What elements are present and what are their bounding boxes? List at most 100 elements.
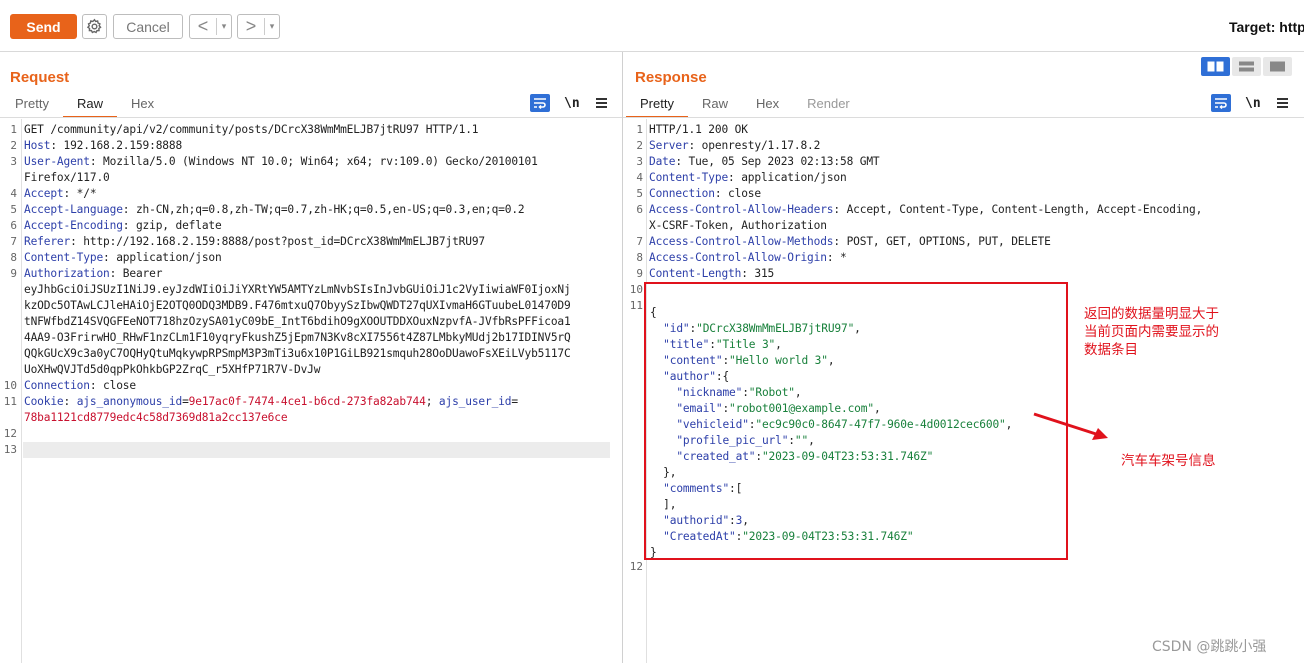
code-line[interactable]: User-Agent: Mozilla/5.0 (Windows NT 10.0… [24,154,538,170]
word-wrap-icon[interactable] [1211,94,1231,112]
response-tabs: Pretty Raw Hex Render [626,95,850,118]
code-line[interactable]: Content-Type: application/json [649,170,847,186]
code-token: Date [649,155,676,168]
tab-render[interactable]: Render [807,95,850,117]
code-line[interactable]: QQkGUcX9c3a0yC7OQHyQtuMqkywpRPSmpM3P3mTi… [24,346,571,362]
forward-dropdown-icon[interactable]: ▾ [265,15,279,38]
code-line[interactable]: Access-Control-Allow-Headers: Accept, Co… [649,202,1202,218]
code-line[interactable]: Access-Control-Allow-Methods: POST, GET,… [649,234,1051,250]
code-token: : */* [63,187,97,200]
line-number: 10 [629,283,643,296]
code-line[interactable]: HTTP/1.1 200 OK [649,122,748,138]
tab-raw[interactable]: Raw [702,95,728,117]
code-line[interactable]: Connection: close [24,378,136,394]
vin-note: 汽车车架号信息 [1121,453,1216,469]
newline-toggle-icon[interactable]: \n [564,96,580,111]
code-line[interactable]: kzODc5OTAwLCJleHAiOjE2OTQ0ODQ3MDB9.F476m… [24,298,571,314]
gear-icon [86,18,102,34]
code-line[interactable]: Firefox/117.0 [24,170,110,186]
code-token: : http://192.168.2.159:8888/post?post_id… [70,235,485,248]
code-line[interactable]: tNFWfbdZ14SVQGFEeNOT718hzOzySA01yC09bE_I… [24,314,571,330]
newline-toggle-icon[interactable]: \n [1245,96,1261,111]
code-line[interactable]: Content-Type: application/json [24,250,222,266]
code-token: GET /community/api/v2/community/posts/DC… [24,123,479,136]
line-number [623,330,643,346]
current-line-highlight [23,442,610,458]
tab-pretty[interactable]: Pretty [626,95,688,118]
tab-pretty[interactable]: Pretty [15,95,49,117]
code-token: Content-Type [24,251,104,264]
code-token: : * [826,251,847,264]
code-token: : 315 [741,267,775,280]
word-wrap-icon[interactable] [530,94,550,112]
code-token: : POST, GET, OPTIONS, PUT, DELETE [833,235,1051,248]
response-title: Response [635,69,707,86]
code-line[interactable]: Accept-Language: zh-CN,zh;q=0.8,zh-TW;q=… [24,202,525,218]
split-horizontal-layout-icon[interactable] [1201,57,1230,76]
watermark: CSDN @跳跳小强 [1152,639,1267,655]
code-token: : Bearer [109,267,163,280]
tab-hex[interactable]: Hex [756,95,779,117]
line-number [623,314,643,330]
code-line[interactable]: Cookie: ajs_anonymous_id=9e17ac0f-7474-4… [24,394,518,410]
menu-icon[interactable] [595,96,607,110]
send-button[interactable]: Send [10,14,77,39]
line-number: 12 [629,560,643,573]
code-line[interactable]: GET /community/api/v2/community/posts/DC… [24,122,479,138]
menu-icon[interactable] [1276,96,1288,110]
line-number: 2 [636,139,643,152]
code-line[interactable]: UoXHwQVJTd5d0qpPkOhkbGP2ZrqC_r5XHfP71R7V… [24,362,321,378]
split-vertical-layout-icon[interactable] [1232,57,1261,76]
code-line[interactable]: eyJhbGciOiJSUzI1NiJ9.eyJzdWIiOiJiYXRtYW5… [24,282,571,298]
line-number: 8 [10,251,17,264]
code-line[interactable]: Referer: http://192.168.2.159:8888/post?… [24,234,485,250]
line-number [623,394,643,410]
code-line[interactable]: Host: 192.168.2.159:8888 [24,138,182,154]
tab-divider [623,117,1304,118]
line-number [623,506,643,522]
single-pane-layout-icon[interactable] [1263,57,1292,76]
code-line[interactable]: Accept: */* [24,186,97,202]
code-token: ; [425,395,439,408]
back-arrow-icon[interactable]: < [190,15,216,38]
code-token: Referer [24,235,71,248]
target-label[interactable]: Target: http [1229,19,1304,35]
code-line[interactable]: Server: openresty/1.17.8.2 [649,138,820,154]
back-dropdown-icon[interactable]: ▾ [217,15,231,38]
code-token: : 192.168.2.159:8888 [50,139,183,152]
code-token: Access-Control-Allow-Origin [649,251,827,264]
line-number: 12 [3,427,17,440]
cancel-button[interactable]: Cancel [113,14,183,39]
line-number [623,490,643,506]
code-line[interactable]: Authorization: Bearer [24,266,162,282]
line-number: 7 [636,235,643,248]
forward-arrow-icon[interactable]: > [238,15,264,38]
code-line[interactable]: X-CSRF-Token, Authorization [649,218,827,234]
code-token: : close [89,379,136,392]
settings-button[interactable] [82,14,107,39]
tab-hex[interactable]: Hex [131,95,154,117]
response-editor-tools: \n [1211,94,1288,112]
code-token: : Mozilla/5.0 (Windows NT 10.0; Win64; x… [89,155,538,168]
code-line[interactable]: Date: Tue, 05 Sep 2023 02:13:58 GMT [649,154,880,170]
code-token: Connection [649,187,715,200]
code-line[interactable]: 4AA9-O3FrirwHO_RHwF1nzCLm1F10yqryFkushZ5… [24,330,571,346]
line-number: 8 [636,251,643,264]
line-number [0,330,17,346]
code-token: : application/json [103,251,222,264]
code-token: : [63,395,77,408]
code-line[interactable]: Content-Length: 315 [649,266,774,282]
request-editor[interactable]: 1 GET /community/api/v2/community/posts/D… [0,119,622,663]
line-number: 11 [3,395,17,408]
tab-raw[interactable]: Raw [62,95,118,118]
request-title: Request [10,69,70,86]
code-line[interactable]: Accept-Encoding: gzip, deflate [24,218,222,234]
code-line[interactable]: Access-Control-Allow-Origin: * [649,250,847,266]
code-token: : Accept, Content-Type, Content-Length, … [833,203,1203,216]
code-token: 4AA9-O3FrirwHO_RHwF1nzCLm1F10yqryFkushZ5… [24,331,571,344]
code-line[interactable]: 78ba1121cd8779edc4c58d7369d81a2cc137e6ce [24,410,288,426]
code-line[interactable]: Connection: close [649,186,761,202]
line-number: 6 [10,219,17,232]
line-number [623,538,643,554]
code-token: QQkGUcX9c3a0yC7OQHyQtuMqkywpRPSmpM3P3mTi… [24,347,571,360]
